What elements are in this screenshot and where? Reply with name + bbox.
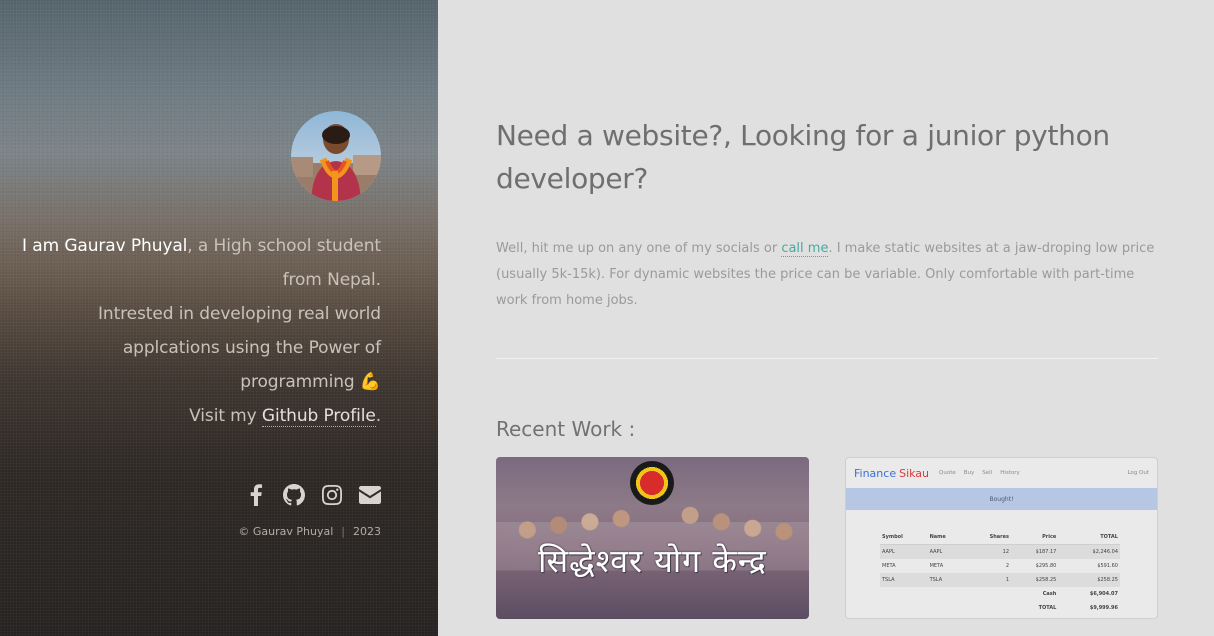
work-card-yoga[interactable]: सिद्धेश्वर योग केन्द्र — [496, 457, 809, 619]
table-header: Price — [1011, 530, 1059, 545]
instagram-icon[interactable] — [321, 483, 343, 507]
github-profile-link[interactable]: Github Profile — [261, 406, 376, 427]
table-row: TSLA TSLA 1 $258.25 $258.25 — [880, 573, 1120, 587]
copyright-text: © Gaurav Phuyal — [238, 525, 334, 538]
github-icon[interactable] — [283, 483, 305, 507]
table-row: AAPL AAPL 12 $187.17 $2,246.04 — [880, 544, 1120, 559]
finance-alert: Bought! — [846, 488, 1157, 510]
copyright-year: 2023 — [353, 525, 381, 538]
table-cell: 2 — [1005, 563, 1010, 569]
page-heading: Need a website?, Looking for a junior py… — [496, 119, 1110, 195]
table-cell: AAPL — [927, 544, 967, 559]
table-cell: META — [882, 563, 896, 569]
section-divider — [496, 358, 1158, 359]
table-cell: AAPL — [880, 544, 928, 559]
cash-value: $6,904.07 — [1089, 591, 1118, 597]
cash-label: Cash — [1042, 591, 1057, 597]
finance-navbar: Finance Sikau Quote Buy Sell History Log… — [846, 458, 1157, 488]
bio-line2: from Nepal. — [282, 270, 381, 290]
finance-table: Symbol Name Shares Price TOTAL AAPL AAPL… — [880, 530, 1120, 615]
sidebar: I am Gaurav Phuyal, a High school studen… — [0, 0, 438, 636]
finance-brand-a: Finance — [854, 466, 897, 480]
finance-nav-quote: Quote — [939, 470, 956, 476]
yoga-logo-icon — [630, 461, 674, 505]
finance-nav-sell: Sell — [982, 470, 993, 476]
bio-line4: applcations using the Power of — [122, 338, 381, 358]
table-cell: $258.25 — [1058, 573, 1120, 587]
call-me-link[interactable]: call me — [781, 241, 829, 257]
flexed-biceps-icon: 💪 — [359, 372, 381, 392]
table-row: META META 2 $295.80 $591.60 — [880, 559, 1120, 573]
bio-line5: programming — [240, 372, 355, 392]
table-cell: $295.80 — [1035, 563, 1057, 569]
table-cell: 1 — [966, 573, 1012, 587]
sidebar-footer: © Gaurav Phuyal | 2023 — [21, 525, 381, 538]
avatar — [291, 111, 381, 201]
total-label: TOTAL — [1038, 605, 1057, 611]
finance-nav-links: Quote Buy Sell History — [939, 470, 1020, 476]
visit-suffix: . — [375, 406, 381, 426]
table-header: Name — [927, 530, 967, 545]
table-header: Symbol — [880, 530, 928, 545]
recent-work-grid: सिद्धेश्वर योग केन्द्र Finance Sikau Quo… — [496, 457, 1158, 619]
social-links — [21, 483, 381, 507]
table-cell: TSLA — [927, 573, 967, 587]
table-row: Cash $6,904.07 — [880, 587, 1120, 601]
table-cell: $2,246.04 — [1058, 544, 1120, 559]
finance-nav-history: History — [1000, 470, 1020, 476]
bio-line3: Intrested in developing real world — [97, 304, 381, 324]
table-row: TOTAL $9,999.96 — [880, 601, 1120, 615]
main-content: Need a website?, Looking for a junior py… — [496, 0, 1158, 619]
yoga-card-title: सिद्धेश्वर योग केन्द्र — [538, 542, 767, 580]
bio-name: I am Gaurav Phuyal — [22, 236, 188, 256]
table-header: TOTAL — [1058, 530, 1120, 545]
facebook-icon[interactable] — [245, 483, 267, 507]
bio-line1: , a High school student — [187, 236, 381, 256]
table-header: Shares — [966, 530, 1012, 545]
table-cell: $591.60 — [1097, 563, 1118, 569]
visit-prefix: Visit my — [189, 406, 262, 426]
intro-text: Well, hit me up on any one of my socials… — [496, 236, 1156, 314]
table-cell: META — [929, 563, 944, 569]
total-value: $9,999.96 — [1089, 605, 1118, 611]
table-cell: $258.25 — [1011, 573, 1059, 587]
bio: I am Gaurav Phuyal, a High school studen… — [21, 229, 381, 433]
finance-nav-buy: Buy — [963, 470, 975, 476]
mail-icon[interactable] — [359, 483, 381, 507]
table-cell: 12 — [966, 544, 1012, 559]
table-cell: $187.17 — [1011, 544, 1059, 559]
table-cell: TSLA — [880, 573, 928, 587]
finance-brand-b: Sikau — [899, 466, 930, 480]
work-card-finance[interactable]: Finance Sikau Quote Buy Sell History Log… — [845, 457, 1158, 619]
intro-before: Well, hit me up on any one of my socials… — [496, 241, 782, 256]
footer-separator: | — [341, 525, 345, 538]
sidebar-content: I am Gaurav Phuyal, a High school studen… — [21, 111, 381, 538]
recent-work-title: Recent Work : — [496, 417, 636, 441]
finance-logout: Log Out — [1127, 470, 1149, 476]
